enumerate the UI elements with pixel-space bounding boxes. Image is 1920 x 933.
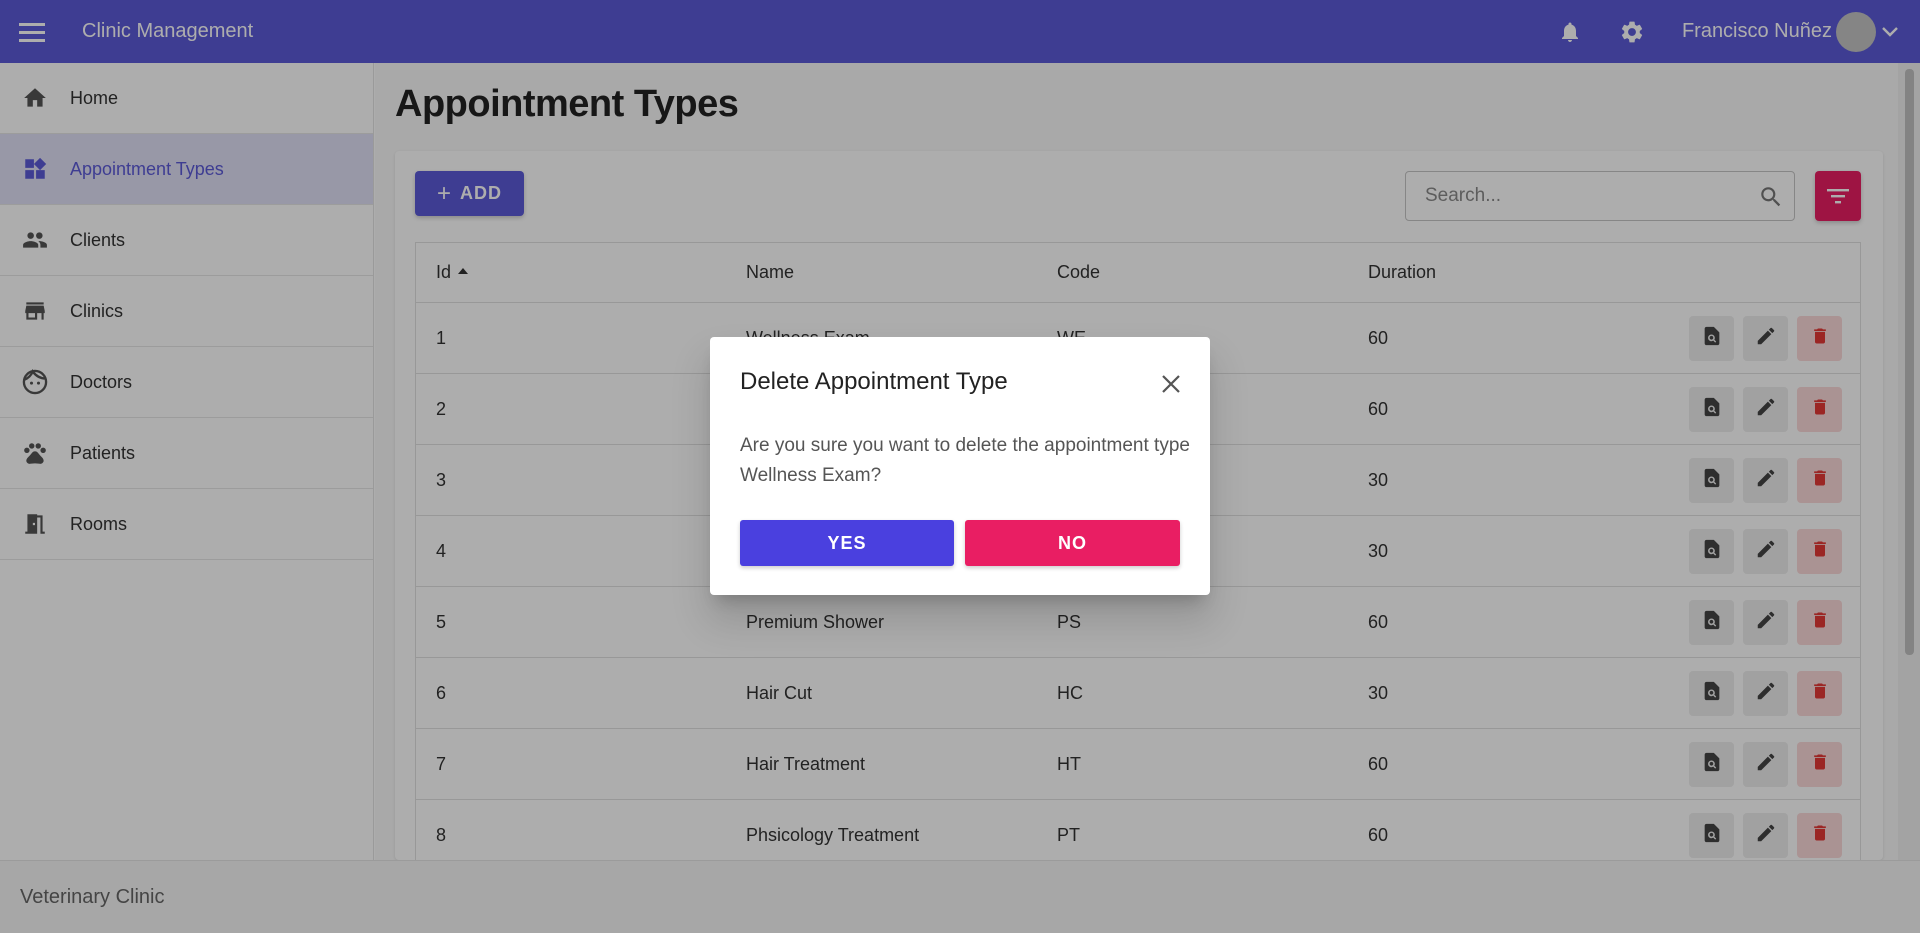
delete-confirmation-dialog: Delete Appointment Type Are you sure you…: [710, 337, 1210, 595]
no-button[interactable]: NO: [965, 520, 1180, 566]
close-icon[interactable]: [1158, 371, 1184, 397]
dialog-title: Delete Appointment Type: [740, 368, 1008, 395]
yes-button[interactable]: YES: [740, 520, 954, 566]
dialog-message: Are you sure you want to delete the appo…: [740, 435, 1190, 486]
